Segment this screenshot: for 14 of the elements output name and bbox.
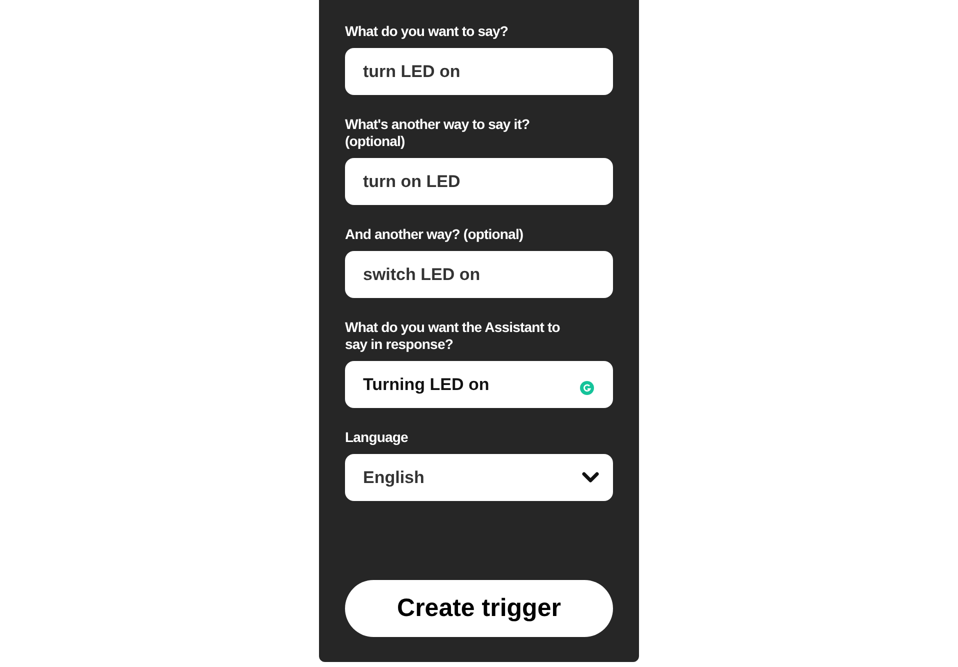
text-field[interactable]: turn LED on <box>345 48 613 95</box>
field-label: What do you want to say? <box>345 23 510 40</box>
language-select[interactable]: English <box>345 454 613 501</box>
text-field[interactable]: turn on LED <box>345 158 613 205</box>
field-label: And another way? (optional) <box>345 226 524 243</box>
grammar-assistant-icon[interactable] <box>580 380 594 394</box>
field-label: What do you want the Assistant to say in response? <box>345 319 561 353</box>
chevron-down-icon <box>582 472 599 483</box>
text-field[interactable]: Turning LED on <box>345 361 613 408</box>
field-label: Language <box>345 429 409 446</box>
create-trigger-button[interactable]: Create trigger <box>345 580 613 637</box>
field-label: What's another way to say it? (optional) <box>345 116 531 150</box>
text-field[interactable]: switch LED on <box>345 251 613 298</box>
select-value: English <box>363 466 426 489</box>
